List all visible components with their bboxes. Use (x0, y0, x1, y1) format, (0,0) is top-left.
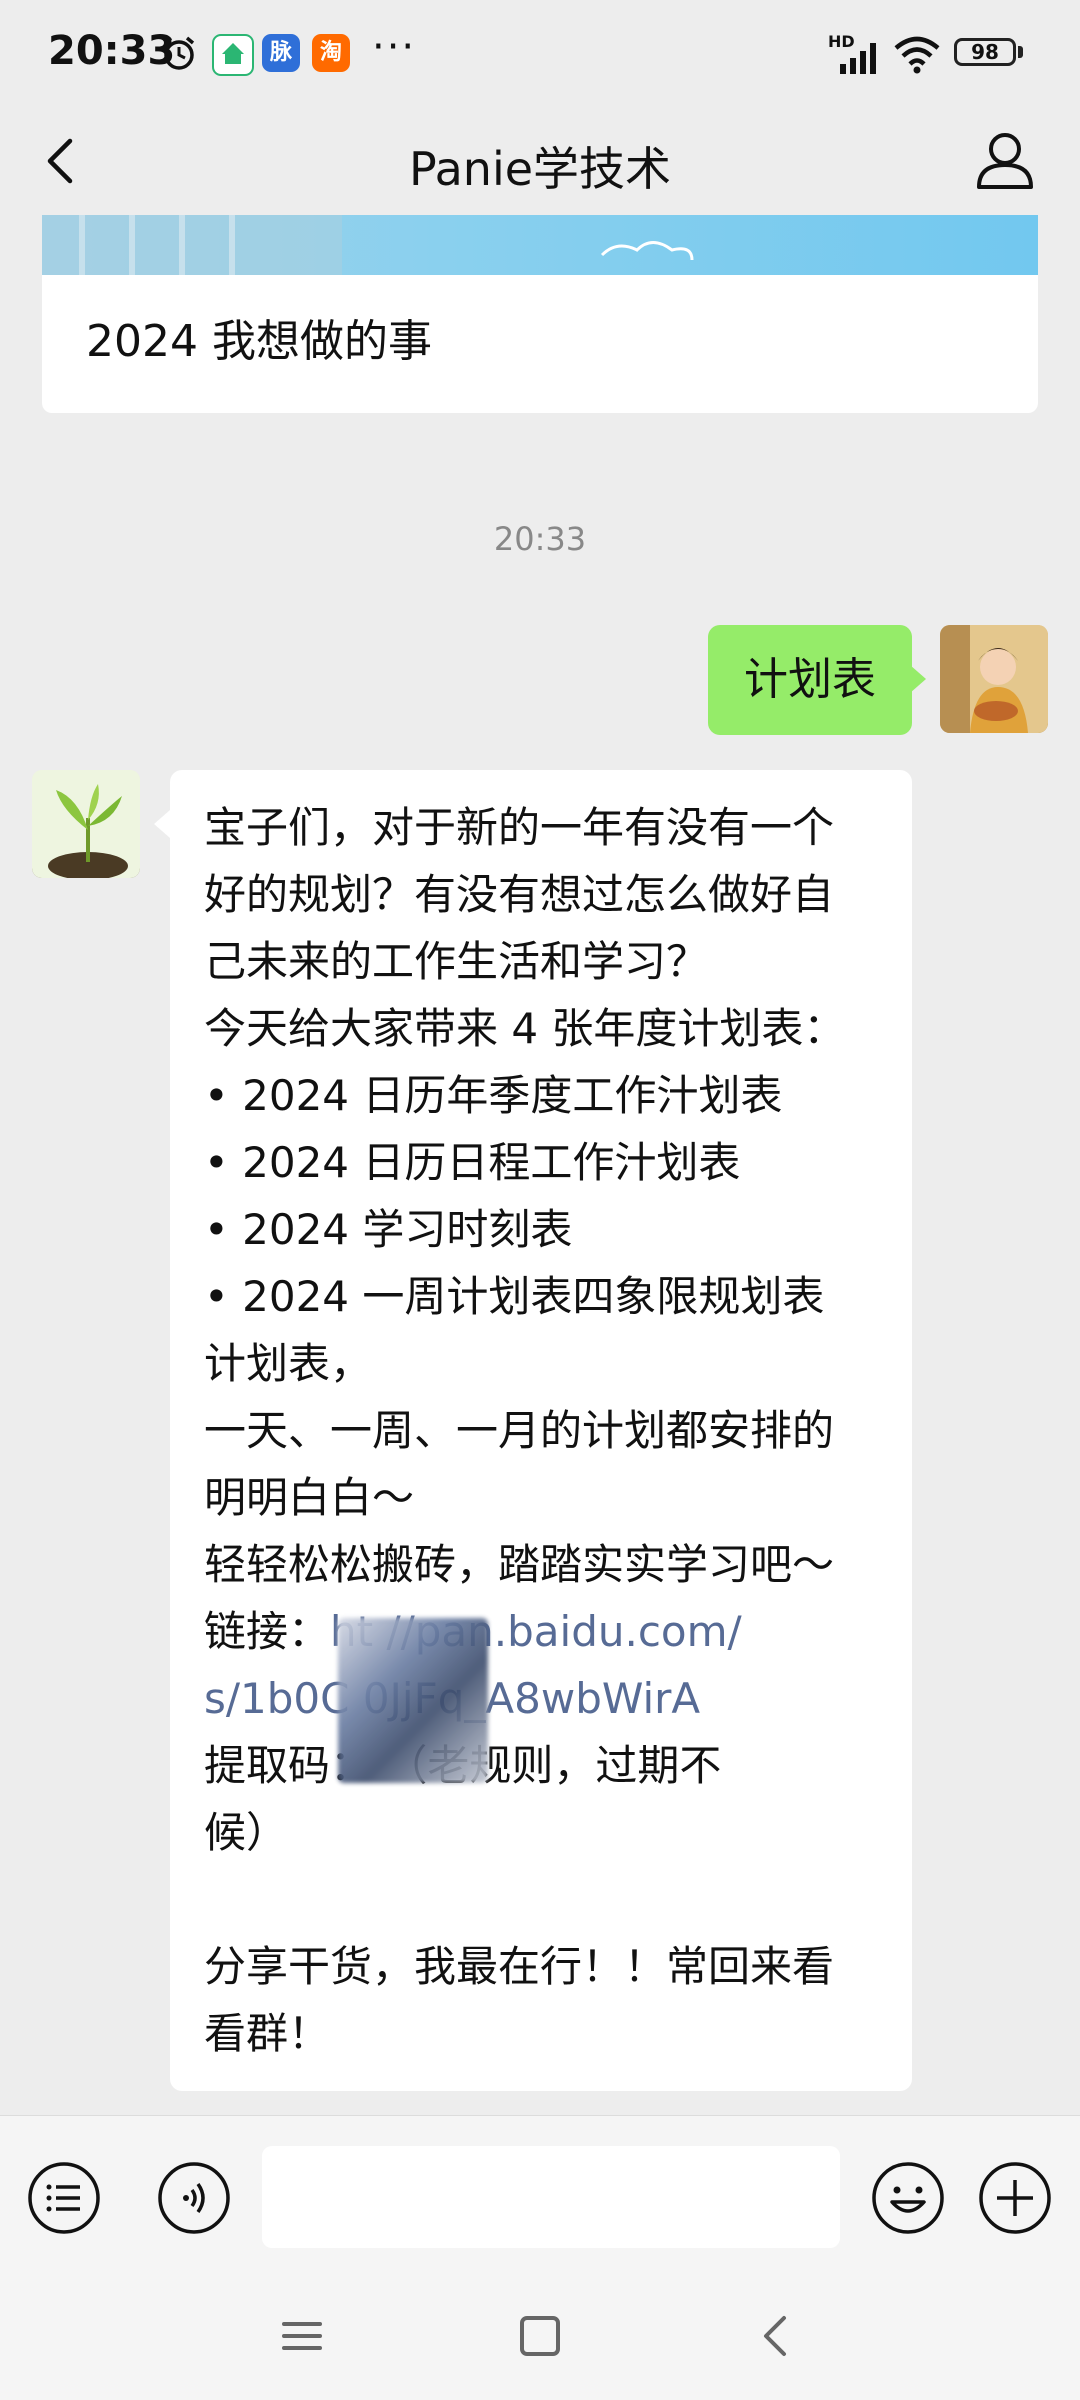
link-card-thumbnail (42, 215, 1038, 275)
signal-icon (840, 43, 876, 74)
message-line: 今天给大家带来 4 张年度计划表： (204, 1004, 846, 1053)
message-line: • 2024 一周计划表四象限规划表 (204, 1272, 825, 1321)
voice-input-icon[interactable] (156, 2160, 232, 2236)
message-line: • 2024 日历日程工作汁划表 (204, 1138, 741, 1187)
redaction-blur (338, 1618, 488, 1783)
sender-avatar[interactable] (32, 770, 140, 878)
message-line: • 2024 学习时刻表 (204, 1205, 573, 1254)
sender-message-bubble[interactable]: 宝子们，对于新的一年有没有一个 好的规划？有没有想过怎么做好自 己未来的工作生活… (170, 770, 912, 2091)
chat-messages[interactable]: 2024 我想做的事 20:33 计划表 宝子们，对于新的一年有没有一个 好的规… (0, 215, 1080, 2115)
message-timestamp: 20:33 (493, 520, 587, 558)
message-line: 宝子们，对于新的一年有没有一个 (204, 803, 835, 852)
thumbnail-artwork (42, 215, 694, 275)
chat-title: Panie学技术 (408, 142, 672, 196)
link-line: 链接：ht //pan.baidu.com/ (204, 1598, 878, 1665)
message-line: 分享干货，我最在行！！常回来看 (204, 1942, 835, 1991)
link-card-title: 2024 我想做的事 (86, 316, 432, 367)
share-link-continued[interactable]: s/1b0C 0JjFq_A8wbWirA (204, 1665, 878, 1732)
profile-icon[interactable] (975, 129, 1035, 191)
my-avatar[interactable] (940, 625, 1048, 733)
avatar-illustration (940, 625, 1048, 733)
add-more-icon[interactable] (977, 2160, 1053, 2236)
emoji-icon[interactable] (870, 2160, 946, 2236)
home-icon[interactable] (512, 2308, 568, 2364)
maimai-app-icon: 脉 (262, 34, 300, 72)
extract-code-line: 提取码： （老规则，过期不 (204, 1741, 722, 1790)
message-line: 轻轻松松搬砖，踏踏实实学习吧～ (204, 1540, 835, 1589)
message-line: 己未来的工作生活和学习？ (204, 937, 709, 986)
more-notifications-icon: ··· (372, 24, 417, 70)
system-navigation-bar (0, 2270, 1080, 2400)
shared-link-card[interactable]: 2024 我想做的事 (42, 215, 1038, 413)
status-time: 20:33 (48, 28, 176, 74)
home-app-icon (212, 34, 254, 76)
chat-header: Panie学技术 (0, 105, 1080, 215)
message-line: 看群！ (204, 2009, 331, 2058)
message-line: 好的规划？有没有想过怎么做好自 (204, 870, 835, 919)
battery-indicator: 98 (954, 38, 1016, 66)
message-line: 计划表， (204, 1339, 373, 1388)
back-nav-icon[interactable] (748, 2308, 804, 2364)
message-line: • 2024 日历年季度工作汁划表 (204, 1071, 783, 1120)
message-line: 一天、一周、一月的计划都安排的 (204, 1406, 835, 1455)
message-line: 候） (204, 1808, 289, 1857)
alarm-icon (163, 36, 195, 70)
my-bubble-tail (910, 665, 926, 693)
wifi-icon (894, 36, 940, 74)
my-message-bubble[interactable]: 计划表 (708, 625, 912, 735)
message-input[interactable] (262, 2146, 840, 2248)
link-label: 链接： (204, 1607, 331, 1656)
menu-list-icon[interactable] (26, 2160, 102, 2236)
sender-bubble-tail (154, 810, 170, 838)
message-line: 明明白白～ (204, 1473, 415, 1522)
taobao-app-icon: 淘 (312, 34, 350, 72)
input-bar (0, 2115, 1080, 2271)
sprout-avatar (32, 770, 140, 878)
recent-apps-icon[interactable] (274, 2308, 330, 2364)
battery-tip (1018, 46, 1023, 58)
status-bar: 20:33 脉 淘 ··· HD 98 (0, 0, 1080, 105)
